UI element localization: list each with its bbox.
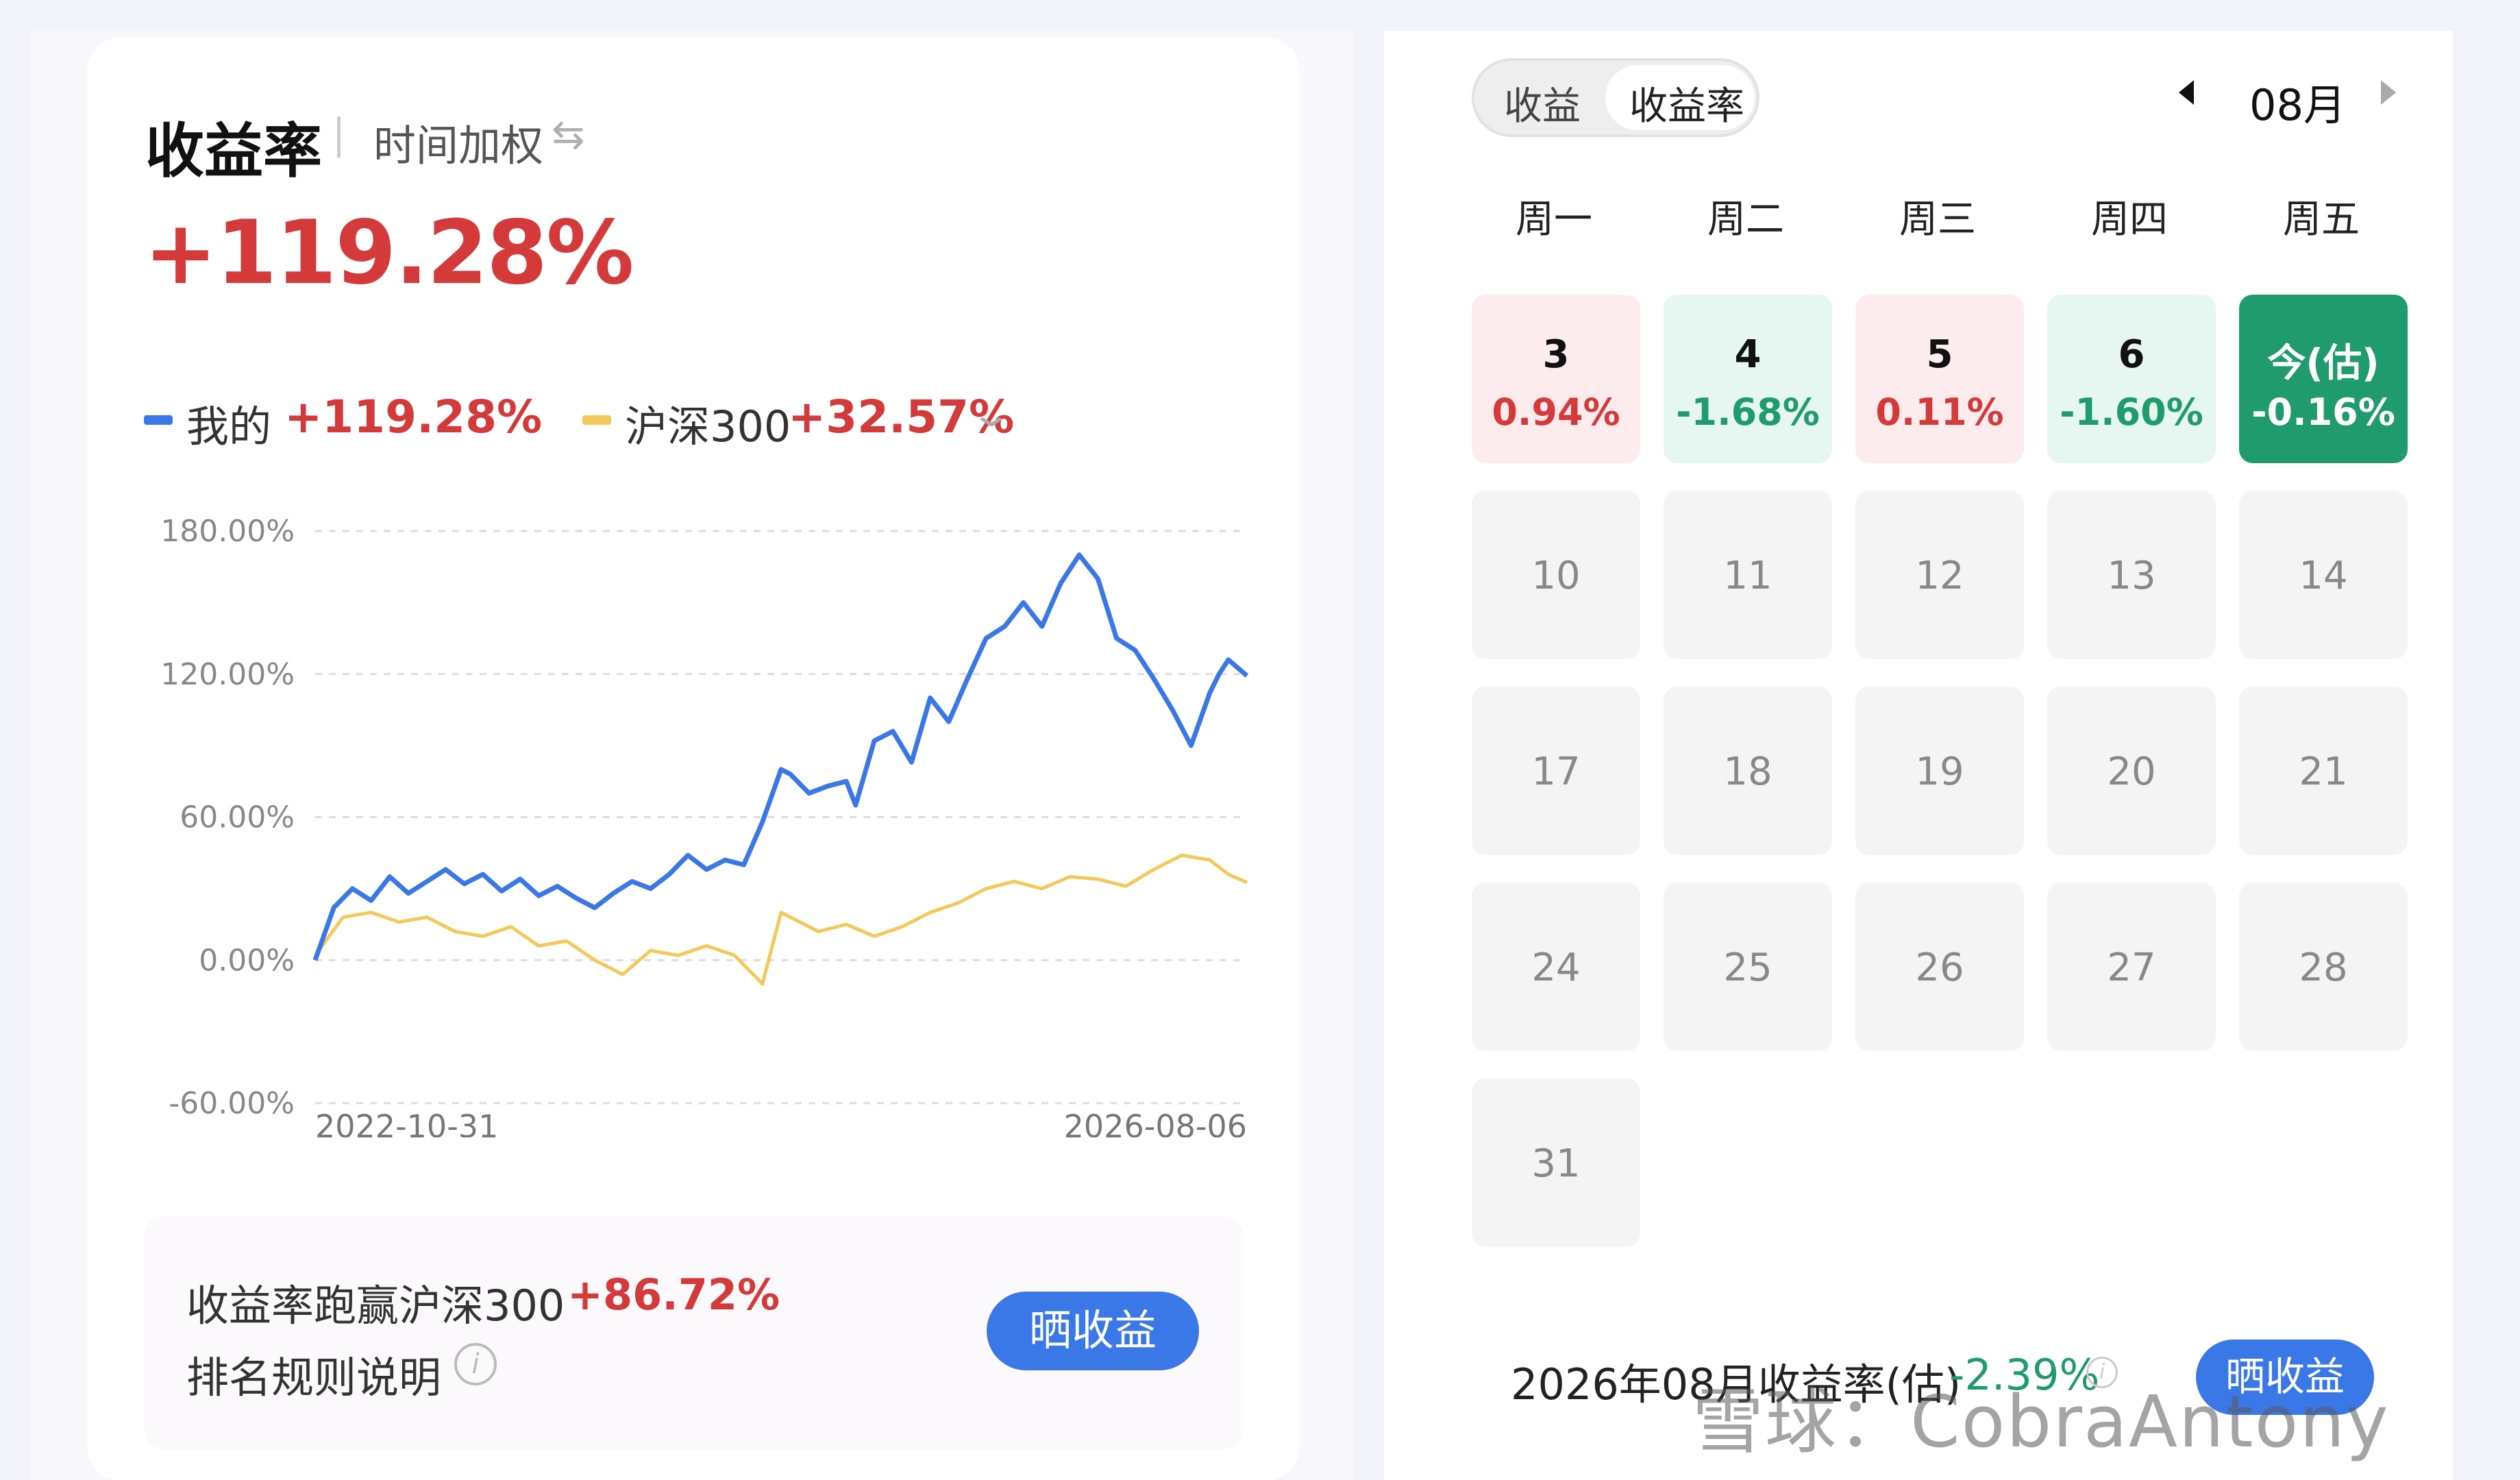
day-return: -1.60% <box>2060 391 2203 434</box>
day-number: 18 <box>1723 750 1772 794</box>
month-label: 08月 <box>2249 80 2346 130</box>
swap-icon[interactable]: ⇆ <box>552 111 585 158</box>
info-icon[interactable]: i <box>454 1343 497 1385</box>
compare-value: +86.72% <box>567 1270 780 1320</box>
day-return: 0.94% <box>1492 391 1620 434</box>
calendar-day-cell[interactable]: 20 <box>2047 687 2216 855</box>
weekday-fri: 周五 <box>2283 197 2360 242</box>
legend-mine-value: +119.28% <box>284 391 543 443</box>
day-number: 10 <box>1531 554 1581 598</box>
calendar-day-cell[interactable]: 27 <box>2047 883 2216 1051</box>
calendar-day-cell[interactable]: 17 <box>1472 687 1640 855</box>
y-tick-label: 60.00% <box>180 800 295 835</box>
day-number: 17 <box>1531 750 1581 794</box>
legend-mine-label: 我的 <box>186 402 272 452</box>
chevron-down-icon[interactable]: ⌄ <box>969 394 1013 435</box>
weekday-tue: 周二 <box>1707 197 1784 242</box>
calendar-day-cell[interactable]: 13 <box>2047 491 2216 659</box>
calendar-day-cell[interactable]: 28 <box>2239 883 2408 1051</box>
day-number: 4 <box>1734 332 1762 377</box>
calendar-day-cell[interactable]: 26 <box>1855 883 2024 1051</box>
calendar-day-cell[interactable]: 24 <box>1472 883 1640 1051</box>
day-number: 28 <box>2299 946 2348 990</box>
day-number: 14 <box>2299 554 2348 598</box>
share-returns-button[interactable]: 晒收益 <box>987 1292 1199 1370</box>
y-tick-label: 120.00% <box>160 657 295 692</box>
day-number: 11 <box>1723 554 1772 598</box>
day-number: 3 <box>1542 332 1570 377</box>
weekday-mon: 周一 <box>1516 197 1592 242</box>
x-start-label: 2022-10-31 <box>315 1108 498 1137</box>
day-number: 今(估) <box>2267 341 2380 386</box>
calendar-day-cell[interactable]: 31 <box>1472 1078 1640 1247</box>
day-number: 20 <box>2107 750 2156 794</box>
calendar-day-cell[interactable]: 19 <box>1855 687 2024 855</box>
weighting-mode-label[interactable]: 时间加权 <box>373 111 543 173</box>
calendar-day-cell[interactable]: 4 -1.68% <box>1664 295 1832 463</box>
calendar-day-cell[interactable]: 6 -1.60% <box>2047 295 2216 463</box>
calendar-day-cell[interactable]: 18 <box>1664 687 1832 855</box>
weekday-thu: 周四 <box>2091 197 2168 242</box>
toggle-rate-option[interactable]: 收益率 <box>1629 75 1744 131</box>
legend-index-label[interactable]: 沪深300 <box>625 392 791 454</box>
total-return-value: +119.28% <box>144 202 634 304</box>
calendar-day-cell[interactable]: 25 <box>1664 883 1832 1051</box>
next-month-icon[interactable] <box>2381 80 2396 105</box>
watermark-text: 雪球：CobraAntony <box>1692 1380 2390 1464</box>
day-number: 5 <box>1926 332 1953 377</box>
title-divider <box>337 116 341 158</box>
day-number: 6 <box>2118 332 2145 377</box>
calendar-day-cell[interactable]: 11 <box>1664 491 1832 659</box>
day-return: -0.16% <box>2251 391 2395 434</box>
compare-label: 收益率跑赢沪深300 <box>186 1281 565 1331</box>
calendar-today-cell[interactable]: 今(估) -0.16% <box>2239 295 2408 463</box>
calendar-day-cell[interactable]: 12 <box>1855 491 2024 659</box>
day-number: 25 <box>1723 946 1772 990</box>
series-line-mine <box>312 552 1249 961</box>
legend-mine-swatch <box>144 415 173 425</box>
calendar-day-cell[interactable]: 5 0.11% <box>1855 295 2024 463</box>
day-number: 21 <box>2299 750 2348 794</box>
x-end-label: 2026-08-06 <box>1064 1108 1247 1137</box>
y-tick-label: -60.00% <box>169 1086 295 1121</box>
toggle-profit-option[interactable]: 收益 <box>1504 75 1581 131</box>
weekday-wed: 周三 <box>1899 197 1976 242</box>
legend-index-swatch <box>582 415 611 425</box>
day-number: 12 <box>1915 554 1964 598</box>
day-number: 26 <box>1915 946 1964 990</box>
calendar-day-cell[interactable]: 10 <box>1472 491 1640 659</box>
day-number: 27 <box>2107 946 2156 990</box>
y-tick-label: 0.00% <box>199 943 295 978</box>
day-return: 0.11% <box>1875 391 2004 434</box>
page-title: 收益率 <box>145 117 322 186</box>
ranking-rule-link[interactable]: 排名规则说明 <box>186 1343 441 1405</box>
calendar-day-cell[interactable]: 14 <box>2239 491 2408 659</box>
day-number: 19 <box>1915 750 1964 794</box>
y-tick-label: 180.00% <box>160 514 295 549</box>
previous-month-icon[interactable] <box>2179 80 2194 105</box>
day-number: 24 <box>1531 946 1581 990</box>
day-number: 31 <box>1531 1142 1581 1186</box>
calendar-day-cell[interactable]: 21 <box>2239 687 2408 855</box>
returns-line-chart[interactable]: 180.00% 120.00% 60.00% 0.00% -60.00% 2022-10-… <box>158 493 1254 1137</box>
day-return: -1.68% <box>1676 391 1820 434</box>
day-number: 13 <box>2107 554 2156 598</box>
calendar-day-cell[interactable]: 3 0.94% <box>1472 295 1640 463</box>
